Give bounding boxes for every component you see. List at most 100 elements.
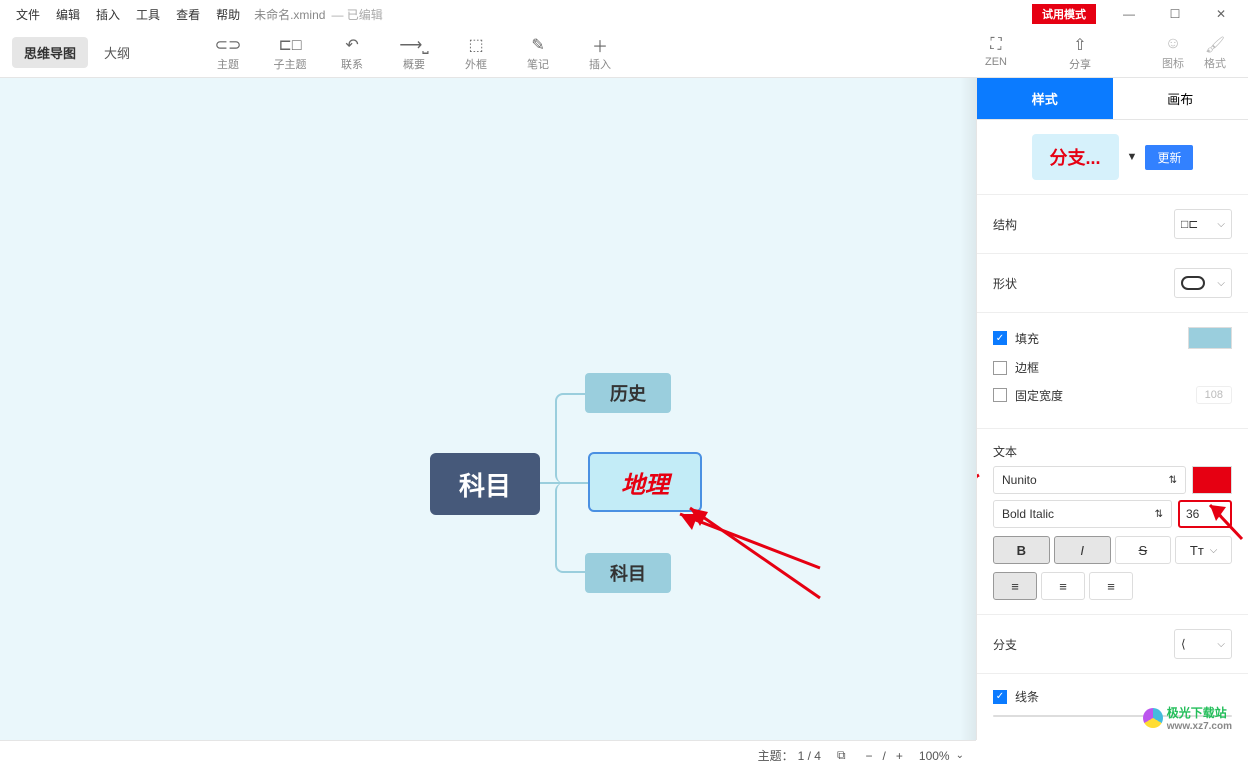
zoom-in-button[interactable]: + <box>892 747 907 765</box>
align-left-button[interactable]: ≡ <box>993 572 1037 600</box>
node-child-3[interactable]: 科目 <box>585 553 671 593</box>
status-bar: 主题： 1 / 4 ⧉ − / + 100% ⌄ <box>0 740 976 770</box>
note-icon: ✎ <box>531 34 544 56</box>
text-label: 文本 <box>993 445 1017 459</box>
watermark: 极光下载站 www.xz7.com <box>1143 704 1232 732</box>
canvas[interactable]: 科目 历史 地理 科目 <box>0 78 976 740</box>
text-transform-button[interactable]: Tᴛ <box>1175 536 1232 564</box>
align-center-button[interactable]: ≡ <box>1041 572 1085 600</box>
tool-summary[interactable]: ⟶⎵ 概要 <box>392 34 436 72</box>
menubar: 文件 编辑 插入 工具 查看 帮助 未命名.xmind — 已编辑 试用模式 —… <box>0 0 1248 28</box>
fill-checkbox[interactable]: ✓ <box>993 331 1007 345</box>
tool-right: ⛶ ZEN ⇧ 分享 <box>974 34 1102 72</box>
tool-subtopic[interactable]: ⊏□ 子主题 <box>268 34 312 72</box>
tool-format[interactable]: 🖌 格式 <box>1204 35 1226 71</box>
maximize-button[interactable]: ☐ <box>1152 0 1198 28</box>
node-child-2-selected[interactable]: 地理 <box>590 454 700 510</box>
tool-note[interactable]: ✎ 笔记 <box>516 34 560 72</box>
shape-label: 形状 <box>993 275 1017 292</box>
border-label: 边框 <box>1015 359 1039 376</box>
insert-icon: ＋ <box>592 34 608 56</box>
minimize-button[interactable]: — <box>1106 0 1152 28</box>
branch-label: 分支 <box>993 636 1017 653</box>
map-overview-button[interactable]: ⧉ <box>833 746 850 765</box>
font-weight-select[interactable]: Bold Italic ⇅ <box>993 500 1172 528</box>
tool-boundary[interactable]: ⬚ 外框 <box>454 34 498 72</box>
line-label: 线条 <box>1015 688 1039 705</box>
tab-mindmap[interactable]: 思维导图 <box>12 37 88 68</box>
menu-edit[interactable]: 编辑 <box>48 2 88 27</box>
section-text: 文本 Nunito ⇅ Bold Italic ⇅ 36 ⌄ B <box>977 429 1248 615</box>
document-modified: — 已编辑 <box>331 6 382 23</box>
topic-count: 主题： 1 / 4 <box>758 747 821 764</box>
structure-icon: □⊏ <box>1181 217 1198 231</box>
theme-chip[interactable]: 分支... <box>1032 134 1119 180</box>
brush-icon: 🖌 <box>1205 35 1225 55</box>
tool-group: ⊂⊃ 主题 ⊏□ 子主题 ↶ 联系 ⟶⎵ 概要 ⬚ 外框 ✎ 笔记 ＋ 插入 <box>206 34 622 72</box>
workspace: 科目 历史 地理 科目 样式 画布 分支... ▼ 更新 <box>0 78 1248 740</box>
window-controls: — ☐ ✕ <box>1106 0 1244 28</box>
line-checkbox[interactable]: ✓ <box>993 690 1007 704</box>
tab-outline[interactable]: 大纲 <box>92 37 142 68</box>
zen-icon: ⛶ <box>990 34 1001 56</box>
border-checkbox[interactable] <box>993 361 1007 375</box>
shape-select[interactable] <box>1174 268 1232 298</box>
section-fill: ✓ 填充 边框 固定宽度 108 <box>977 313 1248 429</box>
structure-select[interactable]: □⊏ <box>1174 209 1232 239</box>
update-button[interactable]: 更新 <box>1145 145 1193 170</box>
font-family-select[interactable]: Nunito ⇅ <box>993 466 1186 494</box>
zoom-out-button[interactable]: − <box>862 747 877 765</box>
tool-topic[interactable]: ⊂⊃ 主题 <box>206 34 250 72</box>
dropdown-caret-icon[interactable]: ▼ <box>1127 151 1138 163</box>
tool-relation[interactable]: ↶ 联系 <box>330 34 374 72</box>
subtopic-icon: ⊏□ <box>278 34 301 56</box>
tool-share[interactable]: ⇧ 分享 <box>1058 34 1102 72</box>
node-child-1[interactable]: 历史 <box>585 373 671 413</box>
structure-label: 结构 <box>993 216 1017 233</box>
align-right-button[interactable]: ≡ <box>1089 572 1133 600</box>
font-size-select[interactable]: 36 ⌄ <box>1178 500 1232 528</box>
relation-icon: ↶ <box>345 34 358 56</box>
menu-file[interactable]: 文件 <box>8 2 48 27</box>
tool-zen[interactable]: ⛶ ZEN <box>974 34 1018 72</box>
strikethrough-button[interactable]: S <box>1115 536 1172 564</box>
summary-icon: ⟶⎵ <box>399 34 428 56</box>
tool-icons[interactable]: ☺ 图标 <box>1162 35 1184 71</box>
fixed-width-value: 108 <box>1196 386 1232 404</box>
share-icon: ⇧ <box>1073 34 1086 56</box>
font-color-swatch[interactable] <box>1192 466 1232 494</box>
format-panel: 样式 画布 分支... ▼ 更新 结构 □⊏ 形状 <box>976 78 1248 740</box>
watermark-logo-icon <box>1143 708 1163 728</box>
tool-insert[interactable]: ＋ 插入 <box>578 34 622 72</box>
topic-icon: ⊂⊃ <box>215 34 242 56</box>
close-button[interactable]: ✕ <box>1198 0 1244 28</box>
chevron-down-icon: ⌄ <box>1216 509 1224 520</box>
document-filename: 未命名.xmind <box>254 6 325 23</box>
section-theme: 分支... ▼ 更新 <box>977 120 1248 195</box>
menu-help[interactable]: 帮助 <box>208 2 248 27</box>
section-branch: 分支 ⟨ <box>977 615 1248 674</box>
updown-icon: ⇅ <box>1155 509 1163 520</box>
panel-tabs: 样式 画布 <box>977 78 1248 120</box>
italic-button[interactable]: I <box>1054 536 1111 564</box>
fixed-width-checkbox[interactable] <box>993 388 1007 402</box>
tab-canvas[interactable]: 画布 <box>1113 78 1248 120</box>
zoom-level[interactable]: 100% ⌄ <box>919 749 964 763</box>
menu-tools[interactable]: 工具 <box>128 2 168 27</box>
fill-color-swatch[interactable] <box>1188 327 1232 349</box>
rounded-rect-icon <box>1181 276 1205 290</box>
bold-button[interactable]: B <box>993 536 1050 564</box>
branch-shape-icon: ⟨ <box>1181 637 1186 651</box>
chevron-down-icon: ⌄ <box>956 750 964 761</box>
smile-icon: ☺ <box>1165 35 1181 55</box>
fixed-width-label: 固定宽度 <box>1015 387 1063 404</box>
node-root[interactable]: 科目 <box>430 453 540 515</box>
boundary-icon: ⬚ <box>468 34 483 56</box>
menu-insert[interactable]: 插入 <box>88 2 128 27</box>
section-shape: 形状 <box>977 254 1248 313</box>
updown-icon: ⇅ <box>1169 475 1177 486</box>
branch-select[interactable]: ⟨ <box>1174 629 1232 659</box>
tab-style[interactable]: 样式 <box>977 78 1113 120</box>
menu-view[interactable]: 查看 <box>168 2 208 27</box>
main-toolbar: 思维导图 大纲 ⊂⊃ 主题 ⊏□ 子主题 ↶ 联系 ⟶⎵ 概要 ⬚ 外框 ✎ 笔… <box>0 28 1248 78</box>
